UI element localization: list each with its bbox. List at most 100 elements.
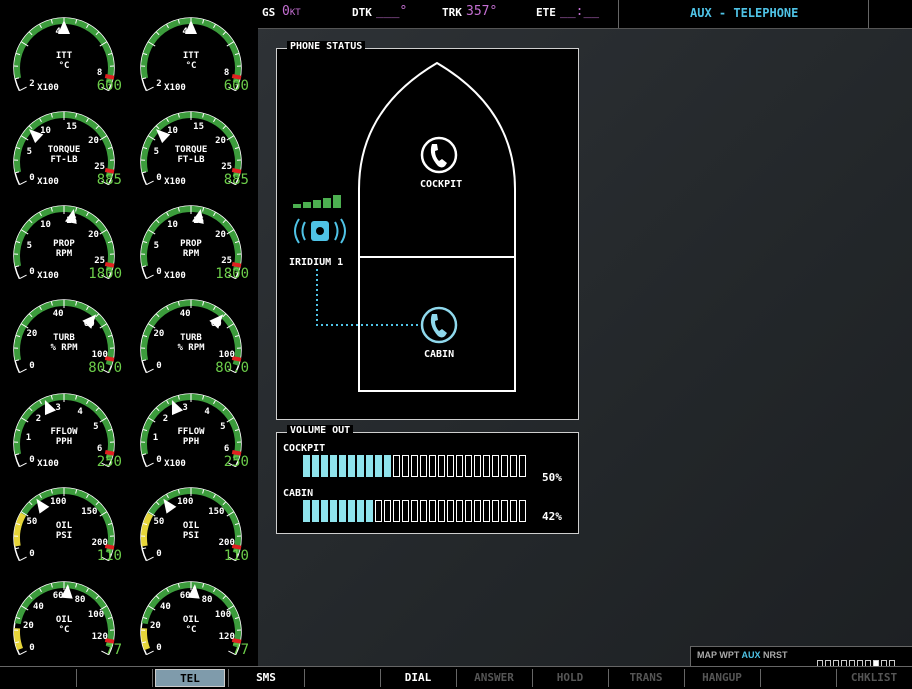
gauge-tick-label: 0 [151,550,167,559]
gauge-value: 600 [197,78,249,94]
volume-segment [384,455,391,477]
signal-strength-bars [293,195,341,208]
iridium-label: IRIDIUM 1 [289,257,343,268]
cabin-volume-slider[interactable] [303,500,528,526]
gauge-tick-label: 15 [191,217,207,226]
softkey-blank-10[interactable] [763,669,833,687]
gauge-value: 80.0 [70,360,122,376]
softkey-blank-1[interactable] [79,669,149,687]
gauge-tick-label: 0 [151,644,167,653]
gauge-tick-label: 2 [30,415,46,424]
volume-segment [429,500,436,522]
softkey-blank-4[interactable] [307,669,377,687]
volume-segment [366,500,373,522]
volume-segment [330,455,337,477]
volume-segment [303,500,310,522]
page-group-wpt: WPT [719,650,741,660]
dtk-label: DTK [352,6,372,19]
volume-segment [303,455,310,477]
softkey-dial[interactable]: DIAL [383,669,453,687]
gauge-value: 110 [70,548,122,564]
volume-segment [393,500,400,522]
volume-segment [357,455,364,477]
softkey-hold[interactable]: HOLD [535,669,605,687]
volume-segment [483,500,490,522]
gauge-tick-label: 10 [165,127,181,136]
volume-out-box: VOLUME OUT COCKPIT 50% CABIN 42% [276,432,579,534]
volume-segment [492,455,499,477]
gauge-turb: 0204060100TURB% RPM80.0 [6,288,126,382]
gauge-value: 77 [70,642,122,658]
softkey-hangup[interactable]: HANGUP [687,669,757,687]
volume-segment [456,500,463,522]
gauge-tick-label: 60 [177,592,193,601]
softkey-blank-0[interactable] [3,669,73,687]
softkey-sms[interactable]: SMS [231,669,301,687]
gauge-oil-psi: 050100150200OILPSI110 [6,476,126,570]
gauge-tick-label: 150 [208,508,224,517]
gauge-value: 600 [70,78,122,94]
engine-indication-panel: 248ITT°CX100600248ITT°CX1006000510152025… [0,0,258,666]
gauge-value: 250 [70,454,122,470]
gauge-multiplier: X100 [28,84,68,93]
gauge-tick-label: 40 [50,310,66,319]
gauge-tick-label: 150 [81,508,97,517]
gauge-tick-label: 100 [219,351,235,360]
gauge-label: OIL [161,522,221,531]
softkey-trans[interactable]: TRANS [611,669,681,687]
phone-status-box: PHONE STATUS [276,48,579,420]
aircraft-cabin-diagram [277,49,578,419]
page-group-nrst: NRST [763,650,788,660]
gauge-multiplier: X100 [155,272,195,281]
softkey-tel[interactable]: TEL [155,669,225,687]
gauge-tick-label: 25 [219,257,235,266]
gauge-unit: °C [34,626,94,635]
gauge-tick-label: 120 [219,633,235,642]
gauge-unit: % RPM [161,344,221,353]
ete-label: ETE [536,6,556,19]
volume-cockpit-label: COCKPIT [283,443,325,454]
cockpit-phone-icon [422,138,456,172]
gauge-tick-label: 4 [72,408,88,417]
cabin-volume-percent: 42% [542,510,562,523]
volume-segment [420,455,427,477]
volume-segment [438,500,445,522]
gauge-tick-label: 0 [24,362,40,371]
softkey-answer[interactable]: ANSWER [459,669,529,687]
gauge-value: 1800 [70,266,122,282]
gauge-label: FFLOW [34,428,94,437]
volume-out-title: VOLUME OUT [287,425,353,436]
page-title: AUX - TELEPHONE [690,6,798,20]
gauge-tick-label: 15 [191,123,207,132]
gauge-tick-label: 40 [157,603,173,612]
gauge-label: OIL [34,522,94,531]
gauge-pointer [36,499,49,514]
gauge-value: 885 [70,172,122,188]
gauge-label: TURB [161,334,221,343]
gs-label: GS [262,6,275,19]
volume-segment [501,500,508,522]
gauge-tick-label: 60 [208,320,224,329]
gauge-tick-label: 4 [177,28,193,37]
gauge-tick-label: 3 [177,404,193,413]
volume-segment [510,500,517,522]
gauge-tick-label: 25 [92,163,108,172]
volume-segment [456,455,463,477]
gauge-oil-psi: 050100150200OILPSI110 [133,476,253,570]
volume-segment [402,500,409,522]
cockpit-volume-slider[interactable] [303,455,528,481]
gauge-tick-label: 25 [92,257,108,266]
gauge-torque: 0510152025TORQUEFT-LBX100885 [133,100,253,194]
gauge-unit: °C [34,62,94,71]
volume-segment [447,500,454,522]
gauge-tick-label: 15 [64,123,80,132]
main-display: PHONE STATUS [258,0,912,666]
gauge-tick-label: 60 [50,592,66,601]
volume-segment [474,500,481,522]
softkey-chklist[interactable]: CHKLIST [839,669,909,687]
volume-segment [411,455,418,477]
gauge-label: ITT [161,52,221,61]
gauge-multiplier: X100 [28,178,68,187]
gauge-label: PROP [161,240,221,249]
gauge-label: PROP [34,240,94,249]
